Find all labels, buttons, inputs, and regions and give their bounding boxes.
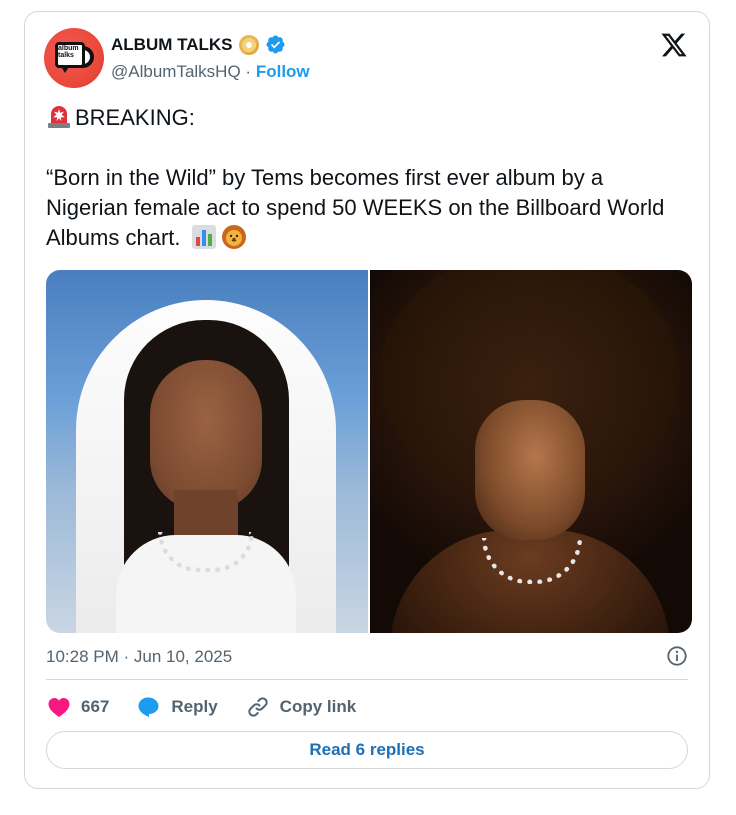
heart-icon: [48, 698, 70, 717]
author-display-name[interactable]: ALBUM TALKS: [111, 35, 233, 55]
copy-link-label: Copy link: [279, 697, 357, 716]
tweet-body: “Born in the Wild” by Tems becomes first…: [46, 163, 686, 253]
tweet-card: album talks ALBUM TALKS @AlbumTalksHQ · …: [24, 11, 710, 789]
tweet-timestamp[interactable]: 10:28 PM · Jun 10, 2025: [46, 647, 232, 667]
action-bar: 667 Reply Copy link: [47, 695, 384, 719]
tweet-line-breaking: BREAKING:: [46, 103, 686, 133]
photo-1[interactable]: [46, 270, 368, 633]
follow-button[interactable]: Follow: [256, 62, 310, 81]
author-name-row: ALBUM TALKS: [111, 34, 286, 55]
media-grid: [46, 270, 692, 633]
author-handle-row: @AlbumTalksHQ · Follow: [111, 62, 310, 82]
like-count: 667: [81, 697, 110, 716]
siren-emoji-icon: [48, 106, 70, 128]
tweet-body-text: “Born in the Wild” by Tems becomes first…: [46, 165, 665, 250]
read-replies-button[interactable]: Read 6 replies: [46, 731, 688, 769]
photo-2[interactable]: [370, 270, 692, 633]
x-logo-icon[interactable]: [659, 31, 689, 59]
lion-emoji-icon: [221, 225, 246, 249]
copy-link-button[interactable]: Copy link: [246, 695, 357, 719]
reply-button[interactable]: Reply: [137, 696, 218, 718]
photo-2-face: [475, 400, 585, 540]
tweet-text: BREAKING: “Born in the Wild” by Tems bec…: [46, 103, 686, 253]
bar-chart-emoji-icon: [191, 225, 216, 249]
handle-separator: ·: [245, 62, 252, 81]
avatar-bubble-tail: [60, 65, 70, 73]
photo-1-face: [150, 360, 262, 510]
like-button[interactable]: 667: [47, 696, 109, 718]
cd-emoji-icon: [238, 34, 259, 55]
reply-label: Reply: [171, 697, 218, 716]
reply-bubble-icon: [138, 697, 159, 717]
verified-badge-icon: [266, 35, 284, 54]
avatar-logo-text: album talks: [58, 45, 79, 59]
avatar[interactable]: album talks: [44, 28, 104, 88]
divider: [46, 679, 688, 680]
breaking-label: BREAKING:: [75, 105, 195, 130]
link-icon: [248, 697, 268, 717]
info-icon[interactable]: [666, 645, 688, 667]
author-handle[interactable]: @AlbumTalksHQ: [111, 62, 241, 81]
